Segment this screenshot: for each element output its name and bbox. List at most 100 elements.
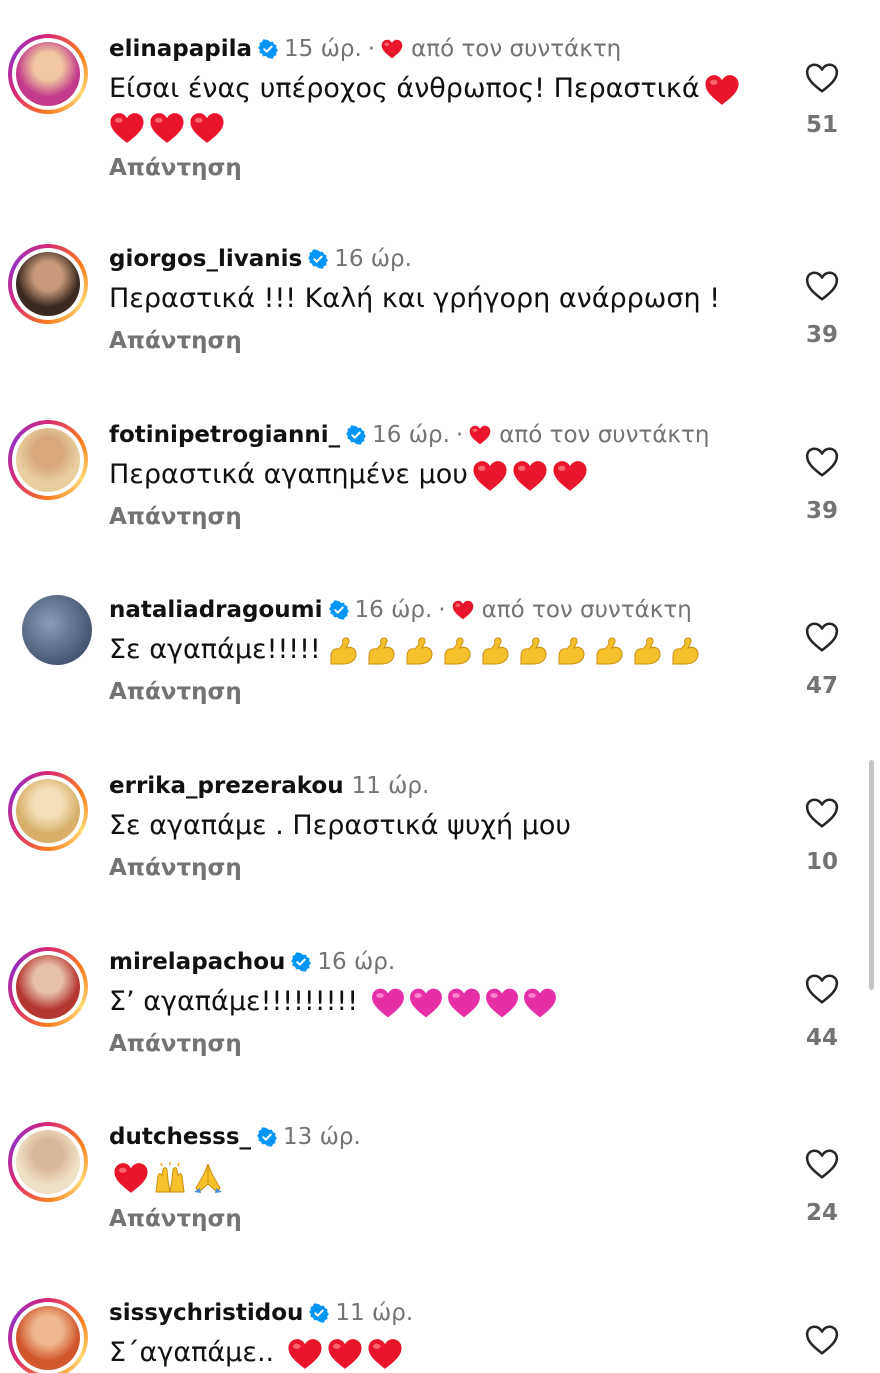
red-heart-icon [381,39,403,59]
comment-text-content: Σ΄αγαπάμε.. [109,1337,283,1368]
comment-text: Σε αγαπάμε!!!!! [109,631,749,669]
reply-button[interactable]: Απάντηση [109,504,242,530]
verified-badge-icon [329,600,349,620]
comment-row: dutchesss_ 13 ώρ. Απάντηση 24 [0,1088,880,1264]
username[interactable]: fotinipetrogianni_ [109,422,340,448]
like-heart-icon[interactable] [805,62,839,94]
liked-by-creator-label: από τον συντάκτη [481,597,692,623]
red-heart-emoji [704,74,740,106]
like-heart-icon[interactable] [805,973,839,1005]
reply-button[interactable]: Απάντηση [109,1031,242,1057]
pink-heart-emoji [447,987,481,1019]
like-heart-icon[interactable] [805,621,839,653]
red-heart-icon [452,600,474,620]
flexed-biceps-emoji [517,636,549,666]
username[interactable]: nataliadragoumi [109,597,323,623]
red-heart-icon [469,425,491,445]
comment-text: Περαστικά !!! Καλή και γρήγορη ανάρρωση … [109,280,749,318]
comment-meta: elinapapila 15 ώρ. · από τον συντάκτη [109,34,621,64]
separator-dot: · [438,597,446,623]
scrollbar[interactable] [869,760,874,990]
like-count: 51 [805,112,838,138]
red-heart-emoji [109,112,145,144]
comment-text: Σε αγαπάμε . Περαστικά ψυχή μου [109,807,749,845]
username[interactable]: mirelapachou [109,949,285,975]
reply-button[interactable]: Απάντηση [109,155,242,181]
flexed-biceps-emoji [479,636,511,666]
like-heart-icon[interactable] [805,797,839,829]
liked-by-creator-label: από τον συντάκτη [411,36,622,62]
comment-meta: giorgos_livanis 16 ώρ. [109,244,412,274]
separator-dot: · [367,36,376,62]
timestamp: 16 ώρ. [317,949,396,975]
liked-by-creator: από τον συντάκτη [381,36,621,62]
flexed-biceps-emoji [631,636,663,666]
red-heart-emoji [552,460,588,492]
comment-text-content: Σ’ αγαπάμε!!!!!!!!! [109,986,367,1017]
avatar[interactable] [22,595,92,665]
avatar[interactable] [8,771,88,851]
like-heart-icon[interactable] [805,1324,839,1356]
red-heart-emoji [367,1338,403,1370]
flexed-biceps-emoji [555,636,587,666]
liked-by-creator: από τον συντάκτη [469,422,709,448]
pink-heart-emoji [409,987,443,1019]
like-heart-icon[interactable] [805,446,839,478]
like-count: 47 [805,673,838,699]
like-heart-icon[interactable] [805,1148,839,1180]
like-count: 10 [805,849,838,875]
comment-text [109,1158,749,1196]
pink-heart-emoji [523,987,557,1019]
timestamp: 11 ώρ. [335,1300,414,1326]
pink-heart-emoji [371,987,405,1019]
comment-meta: fotinipetrogianni_ 16 ώρ. · από τον συντάκτ… [109,420,709,450]
red-heart-emoji [149,112,185,144]
like-count: 39 [805,322,838,348]
avatar[interactable] [8,244,88,324]
reply-button[interactable]: Απάντηση [109,679,242,705]
username[interactable]: sissychristidou [109,1300,303,1326]
comment-meta: mirelapachou 16 ώρ. [109,947,395,977]
comment-row: fotinipetrogianni_ 16 ώρ. · από τον συντάκτ… [0,386,880,562]
like-count: 24 [805,1200,838,1226]
username[interactable]: errika_prezerakou [109,773,344,799]
comment-meta: errika_prezerakou 11 ώρ. [109,771,429,801]
username[interactable]: dutchesss_ [109,1124,251,1150]
username[interactable]: elinapapila [109,36,252,62]
avatar[interactable] [8,420,88,500]
like-heart-icon[interactable] [805,270,839,302]
timestamp: 16 ώρ. [372,422,450,448]
comment-row: sissychristidou 11 ώρ. Σ΄αγαπάμε.. [0,1264,880,1373]
reply-button[interactable]: Απάντηση [109,328,242,354]
comment-text: Σ΄αγαπάμε.. [109,1334,749,1372]
timestamp: 15 ώρ. [284,36,362,62]
flexed-biceps-emoji [593,636,625,666]
verified-badge-icon [257,1127,277,1147]
flexed-biceps-emoji [403,636,435,666]
flexed-biceps-emoji [669,636,701,666]
comment-row: errika_prezerakou 11 ώρ. Σε αγαπάμε . Περα… [0,737,880,913]
avatar[interactable] [8,34,88,114]
red-heart-emoji [287,1338,323,1370]
red-heart-emoji [512,460,548,492]
verified-badge-icon [346,425,366,445]
liked-by-creator-label: από τον συντάκτη [499,422,710,448]
comment-text-content: Είσαι ένας υπέροχος άνθρωπος! Περαστικά [109,73,700,104]
flexed-biceps-emoji [327,636,359,666]
red-heart-emoji [189,112,225,144]
reply-button[interactable]: Απάντηση [109,1206,242,1232]
avatar[interactable] [8,1298,88,1373]
reply-button[interactable]: Απάντηση [109,855,242,881]
comment-row: mirelapachou 16 ώρ. Σ’ αγαπάμε!!!!!!!!! Απ… [0,913,880,1089]
avatar[interactable] [8,1122,88,1202]
liked-by-creator: από τον συντάκτη [452,597,692,623]
verified-badge-icon [258,39,278,59]
like-count: 39 [805,498,838,524]
verified-badge-icon [309,1303,329,1323]
comment-text-content: Περαστικά !!! Καλή και γρήγορη ανάρρωση … [109,283,721,314]
timestamp: 16 ώρ. [334,246,412,272]
avatar[interactable] [8,947,88,1027]
comment-row: nataliadragoumi 16 ώρ. · από τον συντάκτη Σε… [0,561,880,737]
username[interactable]: giorgos_livanis [109,246,302,272]
folded-hands-emoji [191,1162,225,1194]
